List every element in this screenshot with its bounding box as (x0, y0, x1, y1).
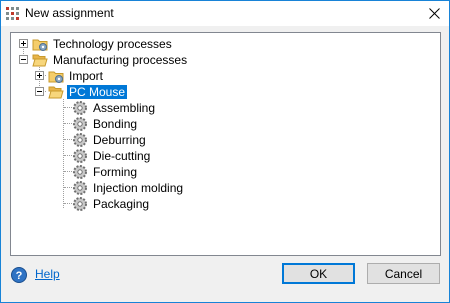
expand-toggle[interactable] (35, 71, 44, 80)
tree-line (64, 155, 72, 157)
gear-icon (73, 197, 87, 211)
help-link[interactable]: Help (35, 267, 60, 281)
tree-line (64, 107, 72, 109)
folder-gear-icon (48, 71, 64, 83)
gear-icon (73, 117, 87, 131)
gear-icon (73, 101, 87, 115)
gear-icon (73, 149, 87, 163)
open-folder-icon (32, 54, 48, 67)
ok-button[interactable]: OK (282, 263, 355, 284)
window-title: New assignment (25, 6, 114, 20)
tree-line (63, 99, 65, 208)
grid-icon (6, 7, 19, 20)
title-bar[interactable]: New assignment (1, 1, 449, 26)
collapse-toggle[interactable] (19, 55, 28, 64)
cancel-button[interactable]: Cancel (367, 263, 440, 284)
tree-node-label: Manufacturing processes (53, 53, 188, 67)
collapse-toggle[interactable] (35, 87, 44, 96)
tree-line (64, 139, 72, 141)
folder-gear-icon (32, 39, 48, 51)
tree-node-label: PC Mouse (67, 85, 128, 99)
gear-icon (73, 181, 87, 195)
tree-line (64, 171, 72, 173)
gear-icon (73, 133, 87, 147)
tree-line (64, 123, 72, 125)
tree-node-label: Die-cutting (93, 149, 151, 163)
tree-node-label: Injection molding (93, 181, 184, 195)
tree-node-label: Packaging (93, 197, 150, 211)
tree-line (64, 203, 72, 205)
tree-node-label: Forming (93, 165, 138, 179)
tree-node-label: Bonding (93, 117, 138, 131)
close-button[interactable] (419, 1, 449, 26)
expand-toggle[interactable] (19, 39, 28, 48)
open-folder-icon (48, 86, 64, 99)
tree-node-label: Deburring (93, 133, 146, 147)
close-icon (428, 8, 440, 19)
svg-text:?: ? (16, 270, 23, 282)
help-icon[interactable]: ? (11, 267, 27, 283)
tree-node-label: Assembling (93, 101, 156, 115)
process-tree[interactable]: Technology processes Manufacturing proce… (10, 32, 441, 256)
tree-line (64, 187, 72, 189)
tree-node-label: Import (69, 69, 104, 83)
tree-node-label: Technology processes (53, 37, 172, 51)
gear-icon (73, 165, 87, 179)
dialog-window: New assignment Technology processes Manu… (0, 0, 450, 303)
